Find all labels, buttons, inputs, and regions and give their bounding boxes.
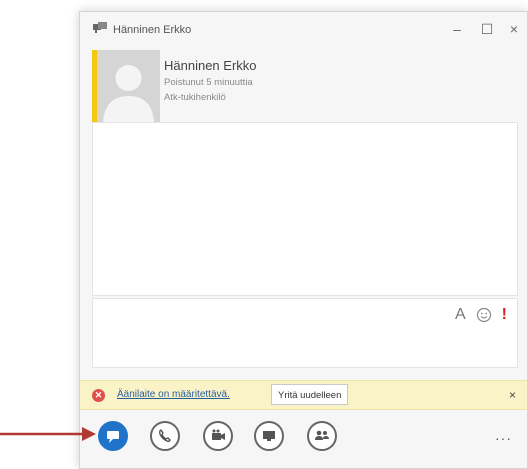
audio-device-link[interactable]: Äänilaite on määritettävä. (117, 389, 230, 400)
conversation-app-icon (93, 22, 107, 33)
present-icon (263, 431, 275, 441)
conversation-window: Hänninen Erkko – ☐ × Hänninen Erkko Pois… (79, 11, 528, 469)
phone-icon (158, 429, 171, 443)
video-icon (212, 429, 225, 440)
compose-toolbar: A ! (455, 306, 507, 324)
avatar[interactable] (97, 50, 160, 122)
important-button[interactable]: ! (502, 306, 507, 324)
message-input[interactable]: A ! (92, 298, 518, 368)
contact-name: Hänninen Erkko (164, 58, 257, 73)
retry-button[interactable]: Yritä uudelleen (271, 384, 349, 405)
title-bar: Hänninen Erkko – ☐ × (80, 12, 527, 48)
contact-card[interactable]: Hänninen Erkko Poistunut 5 minuuttia Atk… (92, 50, 512, 122)
video-button[interactable] (203, 421, 233, 451)
smiley-icon[interactable] (476, 307, 492, 323)
annotation-arrow-icon (0, 427, 96, 441)
contact-status: Poistunut 5 minuuttia (164, 77, 253, 88)
default-avatar-icon (97, 50, 160, 122)
maximize-button[interactable]: ☐ (478, 20, 496, 38)
window-title: Hänninen Erkko (113, 24, 192, 36)
font-button[interactable]: A (455, 306, 466, 324)
more-options-button[interactable]: ··· (495, 430, 512, 446)
present-button[interactable] (254, 421, 284, 451)
error-icon: ✕ (92, 389, 105, 402)
call-button[interactable] (150, 421, 180, 451)
contact-role: Atk-tukihenkilö (164, 92, 226, 103)
conversation-toolbar: ··· (80, 410, 527, 468)
minimize-button[interactable]: – (448, 20, 466, 38)
people-icon (315, 430, 329, 440)
im-icon (107, 431, 119, 443)
im-button[interactable] (98, 421, 128, 451)
participants-button[interactable] (307, 421, 337, 451)
notification-close-button[interactable]: × (509, 388, 516, 402)
close-button[interactable]: × (505, 20, 523, 38)
conversation-history[interactable] (92, 122, 518, 296)
audio-device-notification: ✕ Äänilaite on määritettävä. Yritä uudel… (80, 380, 527, 410)
